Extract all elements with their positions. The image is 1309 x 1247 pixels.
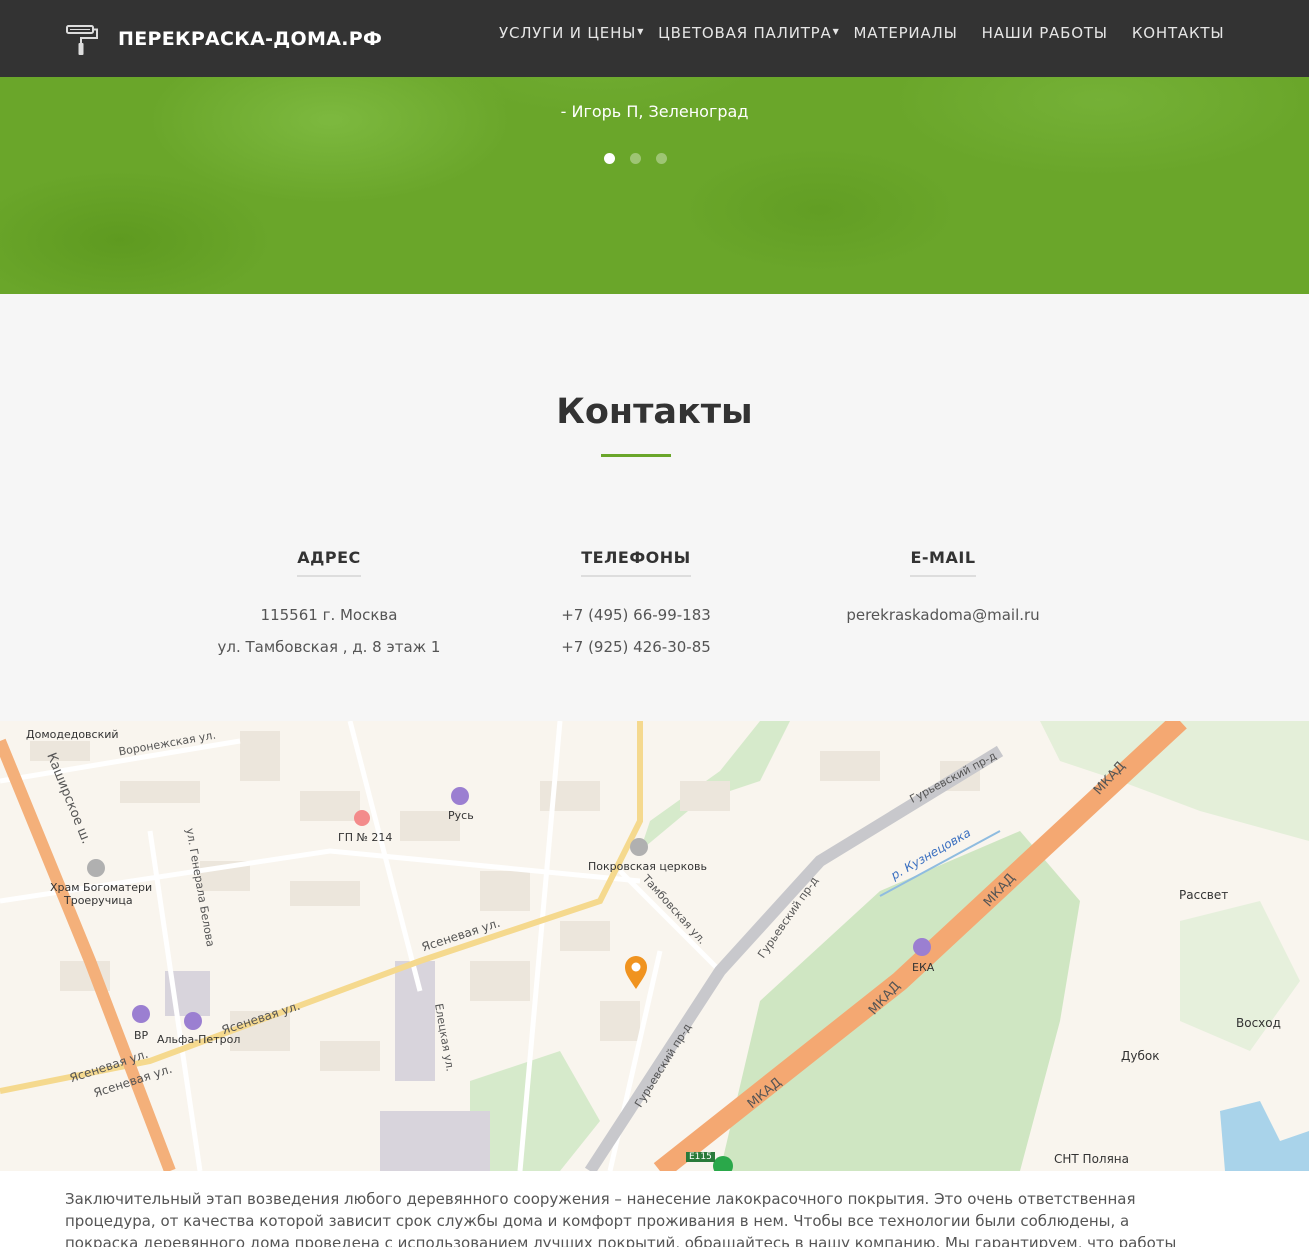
slider-dot-3[interactable] <box>656 153 667 164</box>
map-label: Храм Богоматери <box>50 881 153 894</box>
map-label: BP <box>134 1029 149 1042</box>
caret-down-icon: ▼ <box>637 27 645 36</box>
map-canvas[interactable] <box>0 721 1309 1171</box>
map-label: ГП № 214 <box>338 831 393 844</box>
nav-works[interactable]: НАШИ РАБОТЫ <box>982 24 1108 42</box>
nav-materials[interactable]: МАТЕРИАЛЫ <box>854 24 958 42</box>
nav-services-label: УСЛУГИ И ЦЕНЫ <box>499 24 637 42</box>
map-label: Покровская церковь <box>588 860 707 873</box>
email-link[interactable]: perekraskadoma@mail.ru <box>823 599 1063 631</box>
nav-services[interactable]: УСЛУГИ И ЦЕНЫ▼ <box>499 24 644 42</box>
phones-column: ТЕЛЕФОНЫ +7 (495) 66-99-183 +7 (925) 426… <box>516 548 756 663</box>
brand-link[interactable]: ПЕРЕКРАСКА-ДОМА.РФ <box>64 20 382 58</box>
nav-palette-label: ЦВЕТОВАЯ ПАЛИТРА <box>658 24 832 42</box>
map-label: Домодедовский <box>26 728 119 741</box>
map-label: Дубок <box>1121 1049 1160 1063</box>
title-underline <box>601 454 671 457</box>
about-section: Заключительный этап возведения любого де… <box>0 1171 1309 1247</box>
map-label: СНТ Поляна <box>1054 1152 1129 1166</box>
address-line: ул. Тамбовская , д. 8 этаж 1 <box>217 638 441 656</box>
nav-palette[interactable]: ЦВЕТОВАЯ ПАЛИТРА▼ <box>658 24 839 42</box>
phone-number[interactable]: +7 (925) 426-30-85 <box>516 631 756 663</box>
about-text: Заключительный этап возведения любого де… <box>65 1190 1177 1247</box>
paint-roller-icon <box>66 25 98 55</box>
phones-heading: ТЕЛЕФОНЫ <box>581 548 691 577</box>
testimonial-author: - Игорь П, Зеленоград <box>560 102 749 121</box>
email-column: E-MAIL perekraskadoma@mail.ru <box>823 548 1063 631</box>
map-label: Альфа-Петрол <box>157 1033 241 1046</box>
top-navbar: ПЕРЕКРАСКА-ДОМА.РФ УСЛУГИ И ЦЕНЫ▼ ЦВЕТОВ… <box>0 0 1309 77</box>
map-label: Рассвет <box>1179 888 1229 902</box>
map-label: ЕКА <box>912 961 935 974</box>
location-map[interactable]: Домодедовский Воронежская ул. Каширское … <box>0 721 1309 1171</box>
slider-dots <box>604 153 682 164</box>
address-column: АДРЕС 115561 г. Москва ул. Тамбовская , … <box>209 548 449 663</box>
main-nav: УСЛУГИ И ЦЕНЫ▼ ЦВЕТОВАЯ ПАЛИТРА▼ МАТЕРИА… <box>499 24 1224 42</box>
brand-name: ПЕРЕКРАСКА-ДОМА.РФ <box>118 28 383 50</box>
nav-contacts[interactable]: КОНТАКТЫ <box>1132 24 1225 42</box>
location-marker-icon[interactable] <box>625 956 647 989</box>
slider-dot-2[interactable] <box>630 153 641 164</box>
map-label: Троеручица <box>64 894 133 907</box>
email-heading: E-MAIL <box>910 548 976 577</box>
map-label: Русь <box>448 809 474 822</box>
map-label: E115 <box>686 1152 715 1162</box>
contacts-section: Контакты АДРЕС 115561 г. Москва ул. Тамб… <box>0 294 1309 721</box>
address-line: 115561 г. Москва <box>260 606 398 624</box>
map-label: Восход <box>1236 1016 1281 1030</box>
address-heading: АДРЕС <box>297 548 361 577</box>
contacts-title: Контакты <box>556 392 753 432</box>
caret-down-icon: ▼ <box>832 27 840 36</box>
slider-dot-1[interactable] <box>604 153 615 164</box>
phone-number[interactable]: +7 (495) 66-99-183 <box>516 599 756 631</box>
